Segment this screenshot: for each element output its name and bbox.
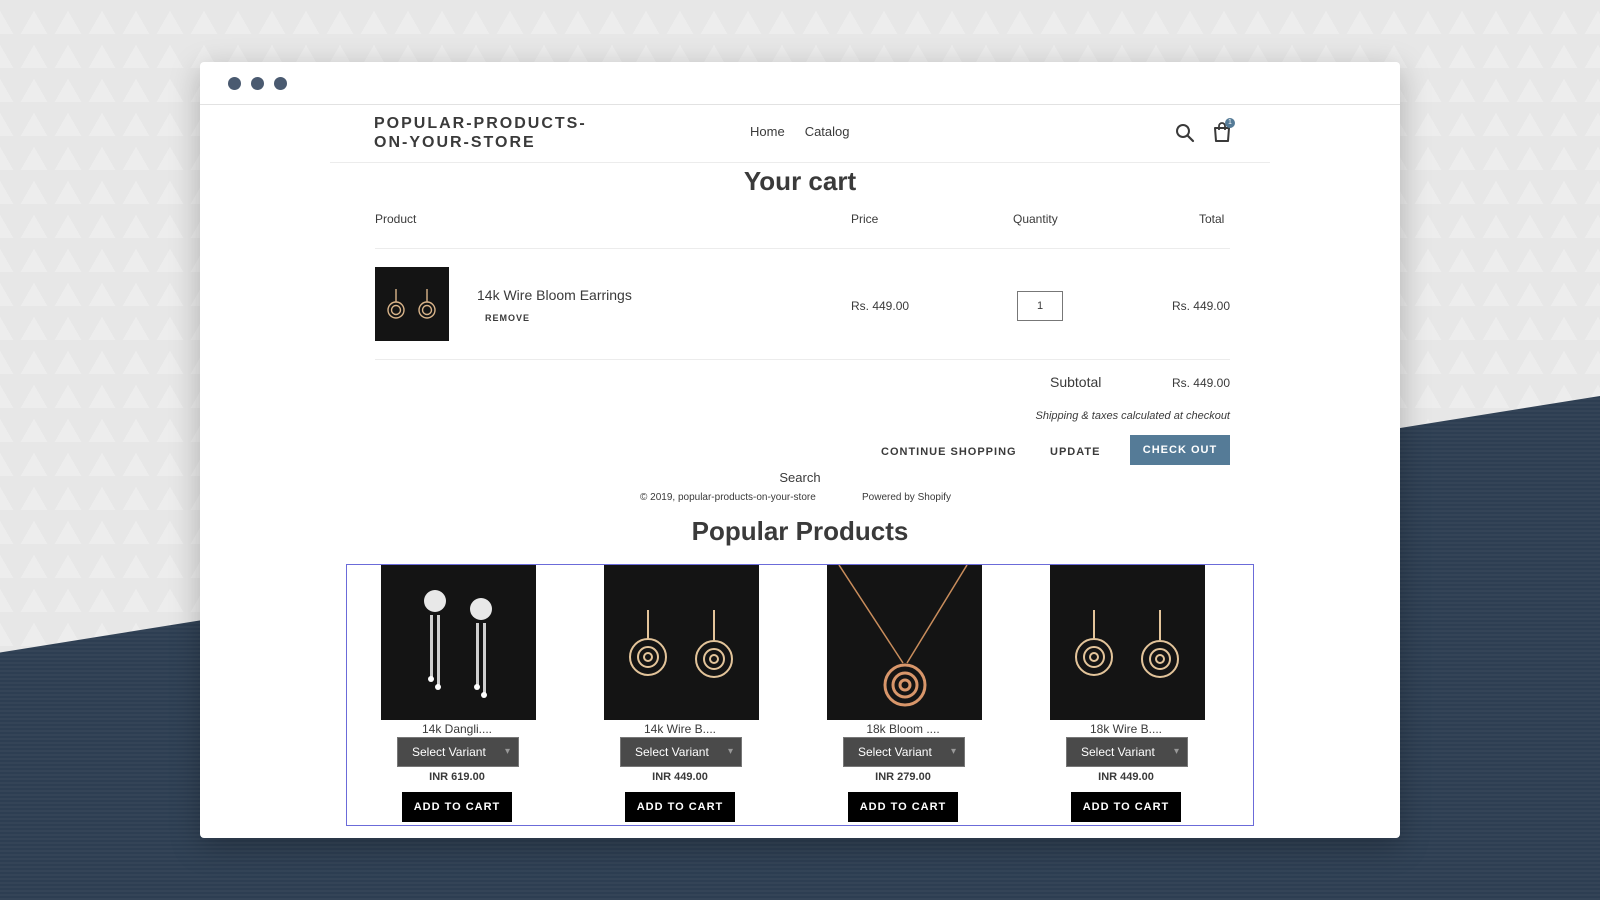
divider: [375, 248, 1230, 249]
site-header: POPULAR-PRODUCTS-ON-YOUR-STORE Home Cata…: [330, 104, 1270, 163]
divider: [375, 359, 1230, 360]
product-card-price: INR 279.00: [875, 771, 931, 783]
nav-catalog-link[interactable]: Catalog: [805, 124, 850, 139]
product-image[interactable]: [1050, 565, 1205, 720]
product-card-price: INR 619.00: [429, 771, 485, 783]
nav-home-link[interactable]: Home: [750, 124, 785, 139]
product-card-name[interactable]: 14k Wire B....: [580, 722, 780, 736]
variant-select-label: Select Variant: [635, 745, 709, 759]
header-price: Price: [851, 212, 879, 226]
continue-shopping-button[interactable]: CONTINUE SHOPPING: [881, 446, 1017, 458]
cart-item-price: Rs. 449.00: [851, 299, 910, 313]
powered-by-link[interactable]: Powered by Shopify: [862, 492, 951, 503]
footer-search-link[interactable]: Search: [200, 470, 1400, 485]
chevron-down-icon: ▾: [504, 746, 510, 757]
window-titlebar: [200, 62, 1400, 105]
product-card: 14k Dangli.... Select Variant ▾ INR 619.…: [357, 565, 557, 825]
variant-select-label: Select Variant: [858, 745, 932, 759]
popular-products-title: Popular Products: [691, 516, 909, 546]
header-total: Total: [1199, 212, 1225, 226]
variant-select-label: Select Variant: [412, 745, 486, 759]
product-image[interactable]: [827, 565, 982, 720]
product-image[interactable]: [604, 565, 759, 720]
chevron-down-icon: ▾: [950, 746, 956, 757]
product-card: 14k Wire B.... Select Variant ▾ INR 449.…: [580, 565, 780, 825]
product-card-name[interactable]: 18k Bloom ....: [803, 722, 1003, 736]
product-card-price: INR 449.00: [652, 771, 708, 783]
add-to-cart-button[interactable]: ADD TO CART: [402, 792, 512, 822]
cart-item-total: Rs. 449.00: [1171, 299, 1230, 313]
footer-copyright: © 2019, popular-products-on-your-store: [640, 492, 816, 503]
add-to-cart-button[interactable]: ADD TO CART: [1071, 792, 1181, 822]
variant-select-label: Select Variant: [1081, 745, 1155, 759]
checkout-button[interactable]: CHECK OUT: [1130, 435, 1230, 465]
add-to-cart-button[interactable]: ADD TO CART: [625, 792, 735, 822]
header-product: Product: [375, 212, 417, 226]
chevron-down-icon: ▾: [1173, 746, 1179, 757]
popular-products-grid: 14k Dangli.... Select Variant ▾ INR 619.…: [346, 564, 1254, 826]
product-card-price: INR 449.00: [1098, 771, 1154, 783]
product-card-name[interactable]: 14k Dangli....: [357, 722, 557, 736]
remove-button[interactable]: REMOVE: [485, 313, 530, 323]
main-nav: Home Catalog: [750, 124, 850, 139]
quantity-input[interactable]: [1017, 291, 1063, 321]
page-title: Your cart: [743, 166, 857, 196]
product-image[interactable]: [381, 565, 536, 720]
chevron-down-icon: ▾: [727, 746, 733, 757]
cart-item-name[interactable]: 14k Wire Bloom Earrings: [477, 287, 632, 303]
variant-select[interactable]: Select Variant ▾: [397, 737, 519, 767]
search-icon[interactable]: [1174, 122, 1196, 144]
variant-select[interactable]: Select Variant ▾: [843, 737, 965, 767]
cart-count-badge: 1: [1225, 118, 1235, 128]
variant-select[interactable]: Select Variant ▾: [1066, 737, 1188, 767]
product-card-name[interactable]: 18k Wire B....: [1026, 722, 1226, 736]
subtotal-value: Rs. 449.00: [1171, 376, 1230, 390]
header-quantity: Quantity: [1013, 212, 1058, 226]
shipping-note: Shipping & taxes calculated at checkout: [1035, 410, 1230, 422]
product-card: 18k Bloom .... Select Variant ▾ INR 279.…: [803, 565, 1003, 825]
add-to-cart-button[interactable]: ADD TO CART: [848, 792, 958, 822]
store-logo[interactable]: POPULAR-PRODUCTS-ON-YOUR-STORE: [374, 114, 594, 152]
variant-select[interactable]: Select Variant ▾: [620, 737, 742, 767]
update-button[interactable]: UPDATE: [1050, 446, 1100, 458]
window-dot-1[interactable]: [228, 77, 241, 90]
subtotal-label: Subtotal: [1050, 374, 1102, 390]
window-dot-2[interactable]: [251, 77, 264, 90]
product-thumbnail[interactable]: [375, 267, 449, 341]
browser-window: POPULAR-PRODUCTS-ON-YOUR-STORE Home Cata…: [200, 62, 1400, 838]
product-card: 18k Wire B.... Select Variant ▾ INR 449.…: [1026, 565, 1226, 825]
window-dot-3[interactable]: [274, 77, 287, 90]
